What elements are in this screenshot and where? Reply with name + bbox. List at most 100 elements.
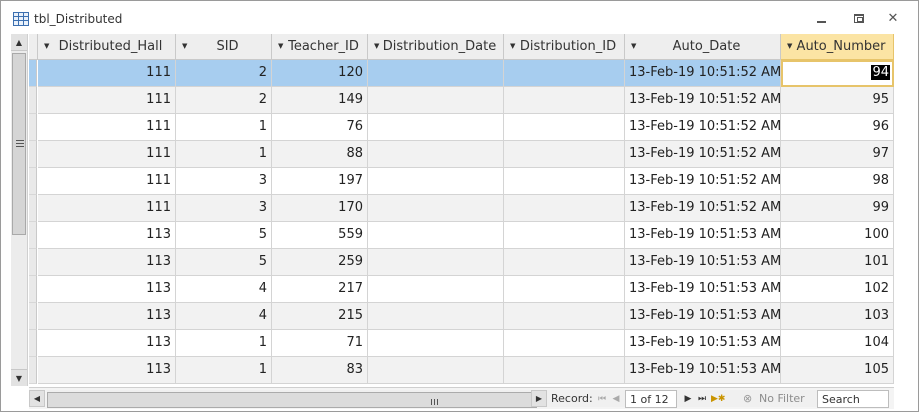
table-row[interactable]: 111 1 76 13-Feb-19 10:51:52 AM 96 [29,114,894,141]
distribution-id-cell[interactable] [504,114,625,141]
distribution-date-cell[interactable] [368,249,504,276]
distribution-id-cell[interactable] [504,60,625,87]
distributed-hall-cell[interactable]: 113 [38,303,176,330]
auto-date-cell[interactable]: 13-Feb-19 10:51:53 AM [625,330,781,357]
auto-number-cell[interactable]: 95 [781,87,894,114]
teacher-id-cell[interactable]: 71 [272,330,368,357]
auto-date-cell[interactable]: 13-Feb-19 10:51:53 AM [625,303,781,330]
sid-cell[interactable]: 4 [176,303,272,330]
teacher-id-cell[interactable]: 197 [272,168,368,195]
sid-cell[interactable]: 3 [176,195,272,222]
distribution-date-cell[interactable] [368,141,504,168]
new-record-icon[interactable]: ▶✱ [711,391,725,407]
distribution-id-cell[interactable] [504,357,625,384]
record-selector[interactable] [29,141,37,168]
table-row[interactable]: 113 1 71 13-Feb-19 10:51:53 AM 104 [29,330,894,357]
auto-date-cell[interactable]: 13-Feb-19 10:51:53 AM [625,249,781,276]
distributed-hall-cell[interactable]: 113 [38,222,176,249]
teacher-id-cell[interactable]: 170 [272,195,368,222]
search-input[interactable]: Search [817,390,889,408]
teacher-id-cell[interactable]: 217 [272,276,368,303]
sid-cell[interactable]: 1 [176,330,272,357]
teacher-id-cell[interactable]: 83 [272,357,368,384]
auto-number-cell[interactable]: 102 [781,276,894,303]
distributed-hall-cell[interactable]: 111 [38,141,176,168]
minimize-button[interactable] [809,9,833,29]
distributed-hall-cell[interactable]: 111 [38,87,176,114]
selected-cell-value[interactable]: 94 [871,65,890,80]
record-selector[interactable] [29,222,37,249]
auto-number-cell[interactable]: 99 [781,195,894,222]
table-row[interactable]: 111 1 88 13-Feb-19 10:51:52 AM 97 [29,141,894,168]
sort-dropdown-icon[interactable]: ▼ [182,42,187,50]
vertical-scrollbar[interactable]: ▲ ▼ [11,34,28,386]
distribution-date-cell[interactable] [368,222,504,249]
distributed-hall-cell[interactable]: 113 [38,276,176,303]
distribution-id-cell[interactable] [504,330,625,357]
table-row[interactable]: 113 5 259 13-Feb-19 10:51:53 AM 101 [29,249,894,276]
distribution-id-cell[interactable] [504,141,625,168]
distribution-date-cell[interactable] [368,303,504,330]
auto-number-cell[interactable]: 105 [781,357,894,384]
table-row[interactable]: 111 2 120 13-Feb-19 10:51:52 AM 94 [29,60,894,87]
distributed-hall-cell[interactable]: 113 [38,249,176,276]
distribution-id-cell[interactable] [504,303,625,330]
auto-date-cell[interactable]: 13-Feb-19 10:51:52 AM [625,87,781,114]
col-auto-number-header[interactable]: ▼ Auto_Number [781,34,894,60]
auto-number-cell[interactable]: 97 [781,141,894,168]
distribution-date-cell[interactable] [368,87,504,114]
col-distribution-id-header[interactable]: ▼ Distribution_ID [504,34,625,60]
scroll-left-icon[interactable]: ◀ [29,390,45,407]
col-distributed-hall-header[interactable]: ▼ Distributed_Hall [38,34,176,60]
auto-date-cell[interactable]: 13-Feb-19 10:51:53 AM [625,222,781,249]
auto-number-cell[interactable]: 94 [781,60,894,87]
record-selector[interactable] [29,168,37,195]
table-row[interactable]: 113 4 217 13-Feb-19 10:51:53 AM 102 [29,276,894,303]
distribution-date-cell[interactable] [368,357,504,384]
auto-number-cell[interactable]: 96 [781,114,894,141]
record-selector[interactable] [29,276,37,303]
table-row[interactable]: 111 3 170 13-Feb-19 10:51:52 AM 99 [29,195,894,222]
sort-dropdown-icon[interactable]: ▼ [278,42,283,50]
distributed-hall-cell[interactable]: 111 [38,60,176,87]
distribution-date-cell[interactable] [368,276,504,303]
distribution-id-cell[interactable] [504,222,625,249]
auto-date-cell[interactable]: 13-Feb-19 10:51:52 AM [625,114,781,141]
sid-cell[interactable]: 2 [176,87,272,114]
auto-date-cell[interactable]: 13-Feb-19 10:51:52 AM [625,60,781,87]
table-row[interactable]: 113 4 215 13-Feb-19 10:51:53 AM 103 [29,303,894,330]
auto-number-cell[interactable]: 104 [781,330,894,357]
distributed-hall-cell[interactable]: 113 [38,357,176,384]
restore-button[interactable] [847,9,871,29]
record-selector[interactable] [29,249,37,276]
distribution-id-cell[interactable] [504,276,625,303]
table-row[interactable]: 111 3 197 13-Feb-19 10:51:52 AM 98 [29,168,894,195]
auto-date-cell[interactable]: 13-Feb-19 10:51:52 AM [625,141,781,168]
sid-cell[interactable]: 2 [176,60,272,87]
previous-record-icon[interactable]: ◀ [609,391,623,407]
last-record-icon[interactable]: ⏭ [695,391,709,407]
teacher-id-cell[interactable]: 559 [272,222,368,249]
sid-cell[interactable]: 5 [176,249,272,276]
close-button[interactable]: ✕ [881,9,905,29]
next-record-icon[interactable]: ▶ [681,391,695,407]
horizontal-scroll-thumb[interactable] [47,392,537,408]
col-sid-header[interactable]: ▼ SID [176,34,272,60]
auto-number-cell[interactable]: 103 [781,303,894,330]
distribution-date-cell[interactable] [368,168,504,195]
distribution-id-cell[interactable] [504,87,625,114]
record-selector[interactable] [29,87,37,114]
auto-date-cell[interactable]: 13-Feb-19 10:51:53 AM [625,276,781,303]
distribution-id-cell[interactable] [504,249,625,276]
horizontal-scrollbar[interactable] [47,390,827,408]
sid-cell[interactable]: 4 [176,276,272,303]
record-selector[interactable] [29,114,37,141]
scroll-right-icon[interactable]: ▶ [531,390,547,407]
distribution-date-cell[interactable] [368,195,504,222]
auto-date-cell[interactable]: 13-Feb-19 10:51:52 AM [625,168,781,195]
filter-toggle[interactable]: ⊗ No Filter [737,390,815,408]
scroll-up-icon[interactable]: ▲ [11,34,27,51]
teacher-id-cell[interactable]: 88 [272,141,368,168]
teacher-id-cell[interactable]: 259 [272,249,368,276]
table-row[interactable]: 113 1 83 13-Feb-19 10:51:53 AM 105 [29,357,894,384]
